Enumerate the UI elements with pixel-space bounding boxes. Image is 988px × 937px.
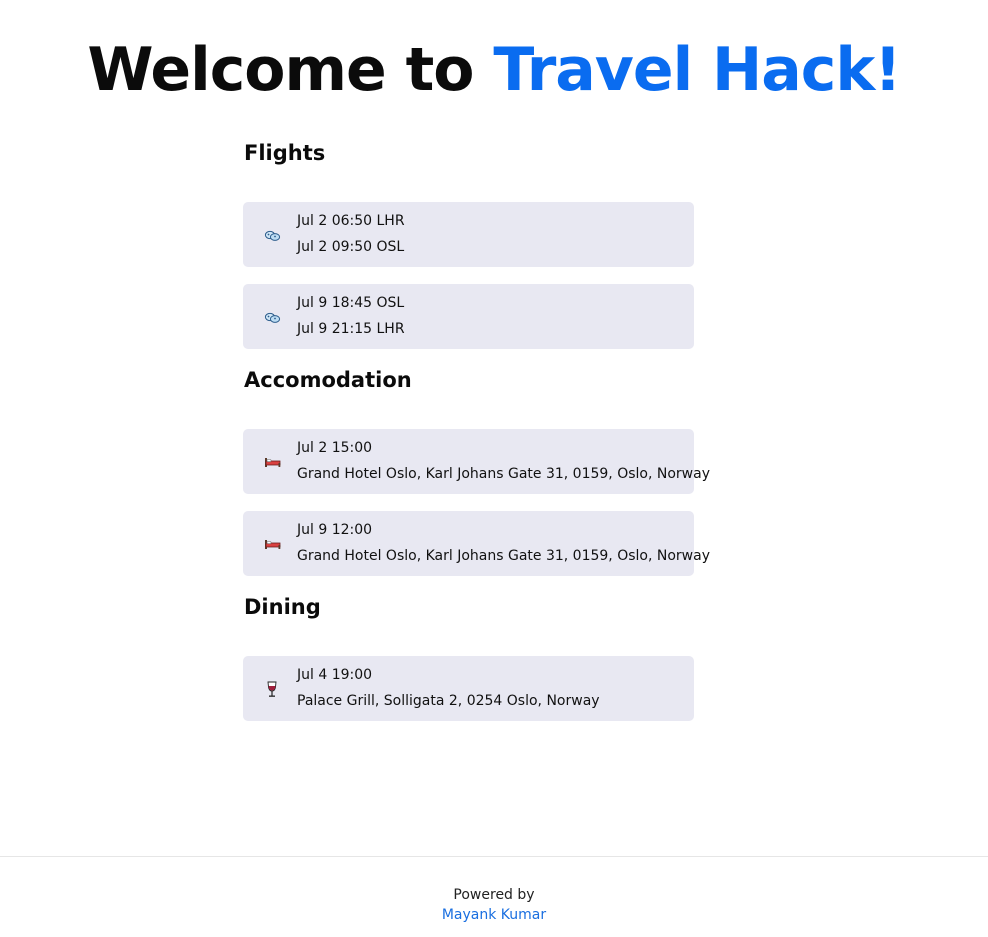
footer: Powered by Mayank Kumar [0,856,988,937]
flight-departure: Jul 9 18:45 OSL [297,295,405,311]
title-prefix: Welcome to [87,35,494,105]
dining-list: Jul 4 19:00 Palace Grill, Solligata 2, 0… [243,656,694,721]
flight-arrival: Jul 9 21:15 LHR [297,321,405,337]
dining-card: Jul 4 19:00 Palace Grill, Solligata 2, 0… [243,656,694,721]
hotel-address: Grand Hotel Oslo, Karl Johans Gate 31, 0… [297,548,710,564]
itinerary: Flights Jul 2 06:50 LHR Jul 2 09:50 OSL [243,139,710,738]
check-out-time: Jul 9 12:00 [297,522,373,538]
flights-list: Jul 2 06:50 LHR Jul 2 09:50 OSL Jul 9 18… [243,202,694,349]
title-brand: Travel Hack! [493,35,901,105]
flight-details: Jul 9 18:45 OSL Jul 9 21:15 LHR [297,290,405,342]
dining-details: Jul 4 19:00 Palace Grill, Solligata 2, 0… [297,662,600,714]
check-in-time: Jul 2 15:00 [297,440,373,456]
flight-departure: Jul 2 06:50 LHR [297,213,405,229]
author-link[interactable]: Mayank Kumar [442,905,546,925]
flight-details: Jul 2 06:50 LHR Jul 2 09:50 OSL [297,208,405,260]
hotel-address: Grand Hotel Oslo, Karl Johans Gate 31, 0… [297,466,710,482]
section-title-dining: Dining [244,595,321,619]
page: Welcome to Travel Hack! Flights Jul 2 06… [0,0,988,937]
bed-icon [263,453,281,471]
section-title-accommodation: Accomodation [244,368,412,392]
bed-icon [263,535,281,553]
airplane-icon [263,308,281,326]
flight-card: Jul 2 06:50 LHR Jul 2 09:50 OSL [243,202,694,267]
accommodation-card: Jul 2 15:00 Grand Hotel Oslo, Karl Johan… [243,429,710,494]
accommodation-card: Jul 9 12:00 Grand Hotel Oslo, Karl Johan… [243,511,710,576]
page-title: Welcome to Travel Hack! [0,34,988,106]
flight-card: Jul 9 18:45 OSL Jul 9 21:15 LHR [243,284,694,349]
flights-section: Flights Jul 2 06:50 LHR Jul 2 09:50 OSL [243,139,694,349]
restaurant-address: Palace Grill, Solligata 2, 0254 Oslo, No… [297,693,600,709]
airplane-icon [263,226,281,244]
section-title-flights: Flights [244,141,326,165]
wine-glass-icon [263,680,281,698]
reservation-time: Jul 4 19:00 [297,667,373,683]
flight-arrival: Jul 2 09:50 OSL [297,239,405,255]
powered-by-label: Powered by [453,887,535,903]
accommodation-section: Accomodation Jul 2 15:00 Grand Hotel Osl… [243,366,710,576]
accommodation-list: Jul 2 15:00 Grand Hotel Oslo, Karl Johan… [243,429,710,576]
accommodation-details: Jul 9 12:00 Grand Hotel Oslo, Karl Johan… [297,517,710,569]
accommodation-details: Jul 2 15:00 Grand Hotel Oslo, Karl Johan… [297,435,710,487]
dining-section: Dining Jul 4 19:00 Palace Grill, Solliga… [243,593,694,721]
